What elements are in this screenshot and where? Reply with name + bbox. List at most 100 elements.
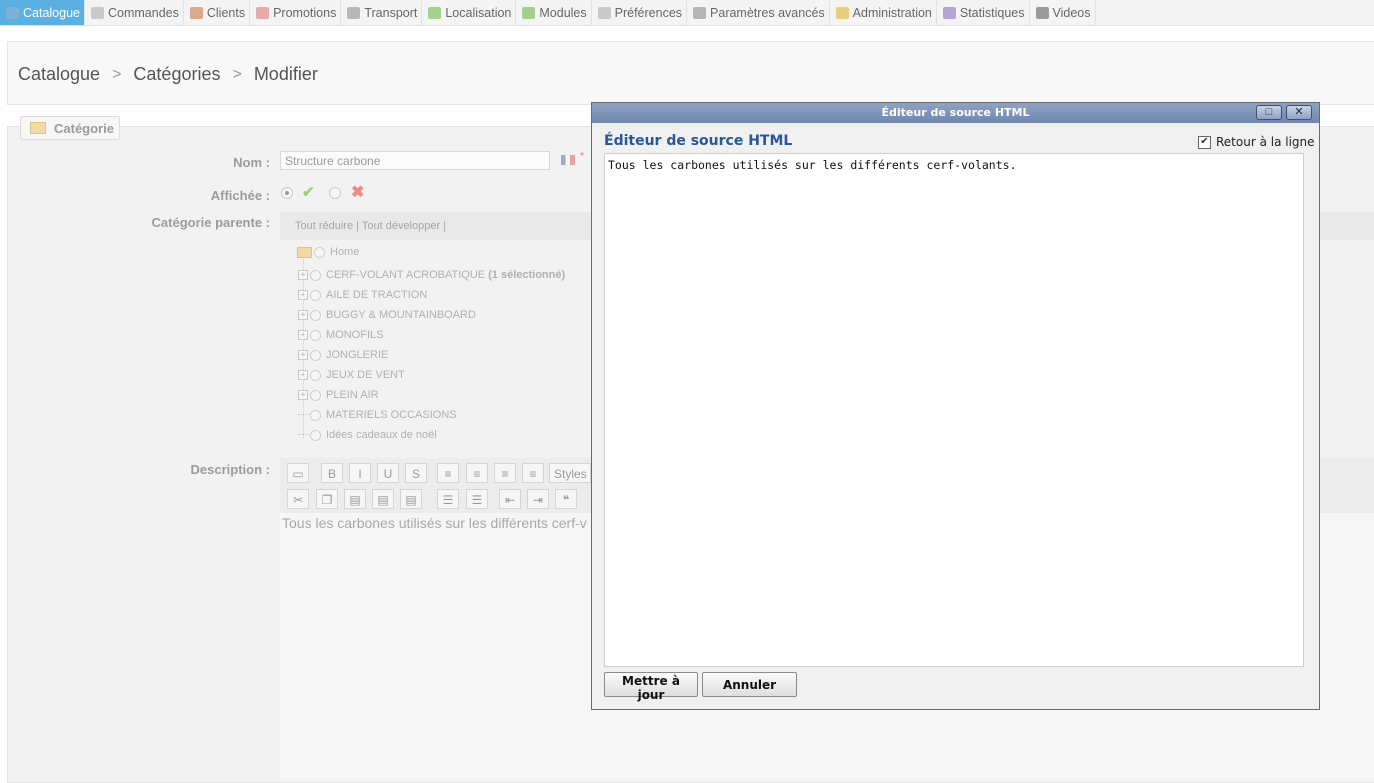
align-center-icon[interactable]: ≡ <box>466 463 488 483</box>
expand-icon[interactable]: + <box>298 330 308 340</box>
new-document-icon[interactable]: ▭ <box>287 463 309 483</box>
tree-node-radio[interactable] <box>310 309 321 321</box>
tree-actions[interactable]: Tout réduire | Tout développer | <box>295 220 446 232</box>
expand-icon[interactable]: + <box>298 390 308 400</box>
wrap-option[interactable]: ✔ Retour à la ligne <box>1198 135 1315 149</box>
paste-word-icon[interactable]: ▤ <box>400 489 422 509</box>
tree-node-radio[interactable] <box>310 289 321 301</box>
tree-node-label: MONOFILS <box>326 329 384 341</box>
close-icon[interactable]: ✕ <box>1286 105 1312 120</box>
expand-icon[interactable]: + <box>298 290 308 300</box>
tag-icon <box>256 6 270 19</box>
indent-icon[interactable]: ⇥ <box>527 489 549 509</box>
copy-icon[interactable]: ❐ <box>316 489 338 509</box>
dialog-titlebar[interactable]: Éditeur de source HTML <box>592 103 1319 123</box>
tree-node-label: JONGLERIE <box>326 349 389 361</box>
nav-item-label: Préférences <box>614 5 683 20</box>
tree-node-label: Idées cadeaux de noël <box>326 429 437 441</box>
tree-node-radio[interactable] <box>310 349 321 361</box>
expand-icon[interactable]: + <box>298 350 308 360</box>
expand-icon[interactable]: + <box>298 310 308 320</box>
tree-node-radio[interactable] <box>310 389 321 401</box>
tree-node-radio[interactable] <box>310 409 321 421</box>
tree-node-radio[interactable] <box>310 269 321 281</box>
paste-text-icon[interactable]: ▤ <box>372 489 394 509</box>
folder-icon <box>30 122 46 134</box>
nav-item-catalogue[interactable]: Catalogue <box>0 0 85 25</box>
align-justify-icon[interactable]: ≡ <box>522 463 544 483</box>
required-marker: * <box>580 151 584 162</box>
nav-item-label: Videos <box>1052 5 1091 20</box>
displayed-label: Affichée : <box>210 188 270 203</box>
nav-item-localisation[interactable]: Localisation <box>422 0 517 25</box>
nav-item-label: Paramètres avancés <box>710 5 825 20</box>
bullet-list-icon[interactable]: ☰ <box>437 489 459 509</box>
nav-item-param-tres-avanc-s[interactable]: Paramètres avancés <box>687 0 830 25</box>
tree-node[interactable]: + JEUX DE VENT <box>298 368 405 382</box>
nav-item-statistiques[interactable]: Statistiques <box>937 0 1030 25</box>
tree-node[interactable]: + PLEIN AIR <box>298 388 379 402</box>
nav-item-label: Transport <box>364 5 418 20</box>
nav-item-commandes[interactable]: Commandes <box>85 0 184 25</box>
nav-item-label: Catalogue <box>23 5 80 20</box>
tree-node[interactable]: MATERIELS OCCASIONS <box>298 408 457 422</box>
cut-icon[interactable]: ✂ <box>287 489 309 509</box>
bold-icon[interactable]: B <box>321 463 343 483</box>
tree-node-radio[interactable] <box>310 369 321 381</box>
numbered-list-icon[interactable]: ☰ <box>466 489 488 509</box>
editor-content-text: Tous les carbones utilisés sur les diffé… <box>282 515 587 531</box>
tree-node[interactable]: + AILE DE TRACTION <box>298 288 427 302</box>
breadcrumb-categories[interactable]: Catégories <box>133 64 220 85</box>
category-legend: Catégorie <box>20 116 120 140</box>
tree-branch-line <box>298 434 310 436</box>
nav-item-label: Localisation <box>445 5 512 20</box>
tree-node[interactable]: Home <box>297 245 359 259</box>
key-icon <box>835 6 849 19</box>
language-flag-icon[interactable] <box>561 155 575 165</box>
wrap-checkbox[interactable]: ✔ <box>1198 135 1211 149</box>
italic-icon[interactable]: I <box>349 463 371 483</box>
nav-item-videos[interactable]: Videos <box>1030 0 1096 25</box>
nav-item-promotions[interactable]: Promotions <box>250 0 342 25</box>
underline-icon[interactable]: U <box>377 463 399 483</box>
tree-node[interactable]: + BUGGY & MOUNTAINBOARD <box>298 308 476 322</box>
styles-dropdown[interactable]: Styles <box>549 463 591 483</box>
nav-item-modules[interactable]: Modules <box>516 0 592 25</box>
tree-node-radio[interactable] <box>310 329 321 341</box>
tree-node[interactable]: + JONGLERIE <box>298 348 388 362</box>
tree-node[interactable]: + MONOFILS <box>298 328 383 342</box>
tree-node[interactable]: Idées cadeaux de noël <box>298 428 437 442</box>
nav-item-pr-f-rences[interactable]: Préférences <box>592 0 688 25</box>
html-source-textarea[interactable]: Tous les carbones utilisés sur les diffé… <box>604 153 1304 667</box>
paste-icon[interactable]: ▤ <box>344 489 366 509</box>
name-input[interactable]: Structure carbone <box>280 151 550 170</box>
expand-icon[interactable]: + <box>298 370 308 380</box>
breadcrumb: Catalogue > Catégories > Modifier <box>18 64 318 85</box>
align-left-icon[interactable]: ≡ <box>437 463 459 483</box>
strikethrough-icon[interactable]: S <box>405 463 427 483</box>
check-icon: ✔ <box>302 184 315 201</box>
nav-item-label: Clients <box>206 5 246 20</box>
tree-node-radio[interactable] <box>314 246 325 258</box>
maximize-icon[interactable]: □ <box>1256 105 1282 120</box>
nav-item-clients[interactable]: Clients <box>184 0 251 25</box>
description-label: Description : <box>190 462 270 477</box>
breadcrumb-catalogue[interactable]: Catalogue <box>18 64 100 85</box>
blockquote-icon[interactable]: ❝ <box>555 489 577 509</box>
preferences-icon <box>597 6 611 19</box>
chart-icon <box>942 6 956 19</box>
truck-icon <box>347 6 361 19</box>
displayed-no-radio[interactable] <box>329 187 341 199</box>
nav-item-administration[interactable]: Administration <box>830 0 937 25</box>
update-button[interactable]: Mettre à jour <box>604 672 698 702</box>
tree-node[interactable]: + CERF-VOLANT ACROBATIQUE (1 sélectionné) <box>298 268 565 282</box>
cancel-button[interactable]: Annuler <box>702 672 797 697</box>
displayed-yes-radio[interactable] <box>281 187 293 199</box>
align-right-icon[interactable]: ≡ <box>494 463 516 483</box>
expand-icon[interactable]: + <box>298 270 308 280</box>
tree-node-label: PLEIN AIR <box>326 389 379 401</box>
puzzle-icon <box>522 6 536 19</box>
tree-node-radio[interactable] <box>310 429 321 441</box>
outdent-icon[interactable]: ⇤ <box>499 489 521 509</box>
nav-item-transport[interactable]: Transport <box>341 0 423 25</box>
